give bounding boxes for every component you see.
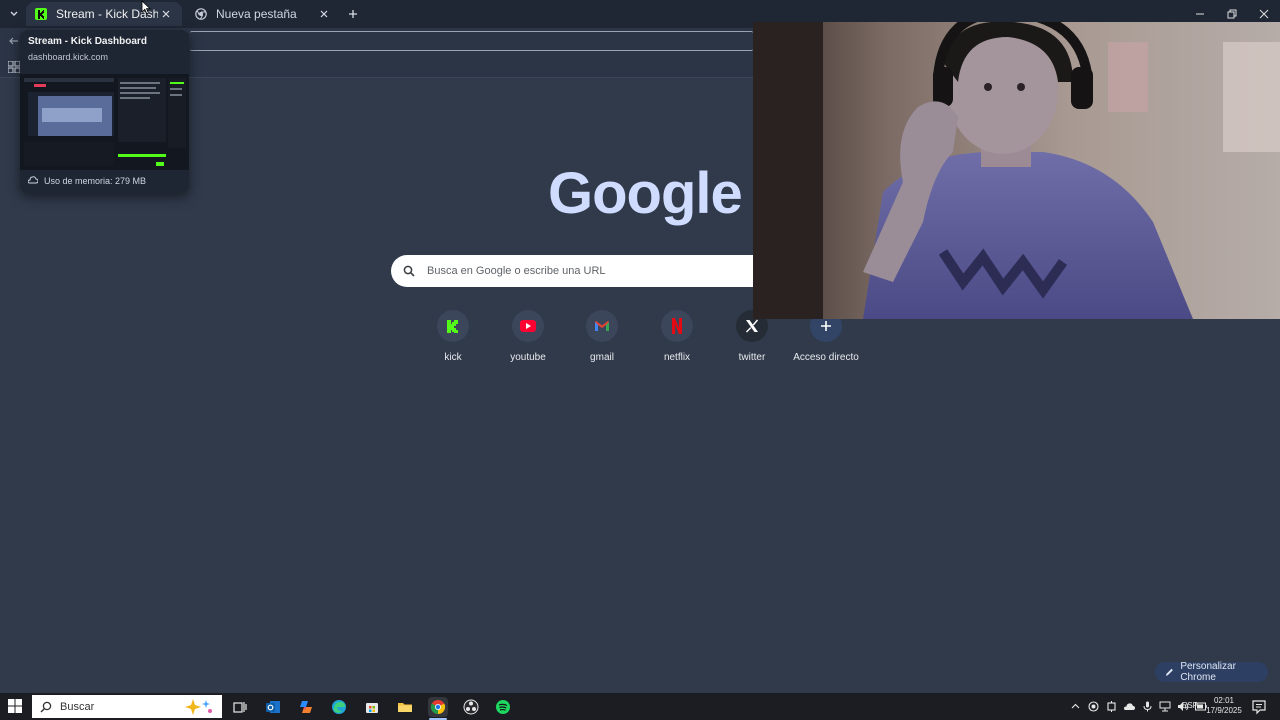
microsoft-store-icon[interactable] (362, 697, 382, 717)
close-icon (1259, 9, 1269, 19)
spotify-icon[interactable] (493, 697, 513, 717)
x-icon (745, 319, 759, 333)
webcam-image (753, 22, 1280, 319)
shortcut-twitter[interactable]: twitter (716, 310, 788, 370)
restore-icon (1227, 9, 1237, 19)
google-search-box[interactable] (391, 255, 753, 287)
gmail-icon (595, 321, 609, 331)
kick-icon (447, 320, 458, 333)
mouse-cursor-icon (141, 0, 151, 15)
input-language[interactable]: ESP (1182, 701, 1198, 710)
plus-icon (821, 321, 831, 331)
shortcut-label: twitter (738, 352, 766, 363)
close-icon[interactable] (316, 6, 332, 22)
tab-nueva-pestana[interactable]: Nueva pestaña (186, 2, 340, 26)
taskbar-search-label: Buscar (60, 700, 95, 713)
chevron-up-icon[interactable] (1068, 700, 1082, 714)
shortcut-gmail[interactable]: gmail (566, 310, 638, 370)
windows-taskbar: Buscar ESP 02:01 17/9/2025 (0, 693, 1280, 720)
new-tab-button[interactable] (344, 5, 362, 23)
tab-hover-card: Stream - Kick Dashboard dashboard.kick.c… (20, 30, 189, 193)
webcam-overlay (753, 22, 1280, 319)
shortcut-youtube[interactable]: youtube (492, 310, 564, 370)
tab-kick-dashboard[interactable]: Stream - Kick Dashboard (26, 2, 182, 26)
address-bar[interactable] (190, 31, 753, 51)
tab-preview-thumbnail (20, 74, 189, 170)
clock-time: 02:01 (1213, 696, 1235, 705)
search-icon (40, 701, 52, 712)
edge-icon[interactable] (329, 697, 349, 717)
arrow-left-icon (9, 37, 18, 45)
kick-icon (34, 7, 48, 21)
apps-grid-icon[interactable] (8, 61, 20, 73)
pencil-icon (1165, 668, 1173, 676)
plus-icon (349, 10, 357, 18)
shortcut-label: youtube (510, 352, 546, 363)
shortcut-label: Acceso directo (793, 352, 859, 363)
hover-card-domain: dashboard.kick.com (28, 52, 109, 62)
customize-chrome-label: Personalizar Chrome (1180, 661, 1236, 683)
search-icon (391, 265, 427, 277)
close-icon[interactable] (158, 6, 174, 22)
obs-icon[interactable] (461, 697, 481, 717)
shortcut-icon-wrap (512, 310, 544, 342)
microphone-icon[interactable] (1140, 700, 1154, 714)
search-input[interactable] (427, 265, 727, 277)
onedrive-icon[interactable] (1122, 700, 1136, 714)
task-view-icon[interactable] (230, 697, 250, 717)
memory-usage-text: Uso de memoria: 279 MB (44, 176, 147, 186)
windows-start-icon[interactable] (8, 699, 22, 713)
google-logo: Google (548, 161, 743, 226)
chrome-icon (194, 7, 208, 21)
file-explorer-icon[interactable] (395, 697, 415, 717)
shortcut-netflix[interactable]: netflix (641, 310, 713, 370)
copilot-sparkle-icon (185, 699, 212, 715)
hover-card-title: Stream - Kick Dashboard (28, 36, 147, 47)
network-icon[interactable] (1158, 700, 1172, 714)
minimize-icon (1196, 13, 1204, 15)
shortcut-kick[interactable]: kick (417, 310, 489, 370)
taskbar-clock[interactable]: 02:01 17/9/2025 (1202, 696, 1246, 716)
tab-title: Nueva pestaña (216, 7, 297, 21)
chrome-taskbar-icon[interactable] (428, 697, 448, 717)
customize-chrome-button[interactable]: Personalizar Chrome (1155, 661, 1268, 683)
record-icon[interactable] (1086, 700, 1100, 714)
taskbar-search[interactable]: Buscar (32, 695, 222, 718)
youtube-icon (520, 320, 536, 332)
netflix-icon (672, 318, 682, 334)
hover-card-memory: Uso de memoria: 279 MB (27, 176, 147, 186)
shortcut-icon-wrap (586, 310, 618, 342)
shortcut-add[interactable]: Acceso directo (790, 310, 862, 370)
notifications-icon[interactable] (1251, 699, 1267, 715)
chevron-down-icon (10, 11, 18, 16)
shortcut-icon-wrap (661, 310, 693, 342)
shortcut-icon-wrap (437, 310, 469, 342)
shortcut-label: netflix (663, 352, 691, 363)
memory-icon (27, 176, 39, 186)
shortcut-label: gmail (590, 352, 614, 363)
clock-date: 17/9/2025 (1206, 706, 1242, 715)
device-icon[interactable] (1104, 700, 1118, 714)
copilot-icon[interactable] (296, 697, 316, 717)
outlook-icon[interactable] (263, 697, 283, 717)
shortcut-label: kick (444, 352, 462, 363)
tab-search-button[interactable] (4, 4, 24, 24)
